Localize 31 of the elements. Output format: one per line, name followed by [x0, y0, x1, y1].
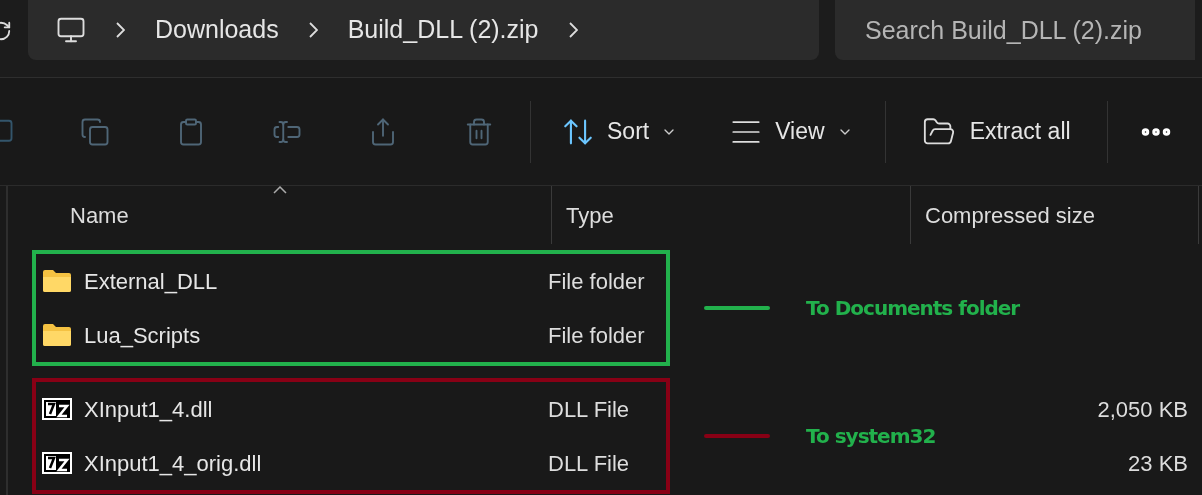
- annotation-label: To Documents folder: [806, 295, 1020, 322]
- file-name[interactable]: Lua_Scripts: [84, 318, 201, 352]
- sort-button[interactable]: Sort: [561, 114, 678, 149]
- file-name[interactable]: XInput1_4.dll: [84, 392, 213, 426]
- archive-file-icon: [42, 398, 72, 420]
- extract-all-button[interactable]: Extract all: [921, 114, 1071, 149]
- breadcrumb-item[interactable]: Build_DLL (2).zip: [347, 11, 539, 49]
- file-type: DLL File: [548, 395, 630, 424]
- view-button[interactable]: View: [729, 114, 853, 149]
- chevron-icon: [116, 22, 125, 38]
- file-size: 2,050 KB: [1097, 395, 1188, 424]
- file-type: File folder: [548, 321, 645, 350]
- file-type: DLL File: [548, 449, 630, 478]
- file-name[interactable]: External_DLL: [84, 264, 218, 298]
- file-type: File folder: [548, 267, 645, 296]
- folder-icon: [42, 269, 72, 293]
- file-name[interactable]: XInput1_4_orig.dll: [84, 446, 262, 480]
- file-size: 23 KB: [1128, 449, 1188, 478]
- computer-icon: [56, 15, 86, 45]
- column-header[interactable]: Name: [8, 186, 551, 244]
- annotation-label: To system32: [806, 423, 936, 450]
- breadcrumb-item[interactable]: Downloads: [155, 11, 279, 49]
- archive-file-icon: [42, 452, 72, 474]
- address-bar[interactable]: Downloads Build_DLL (2).zip: [28, 0, 819, 60]
- chevron-icon: [568, 22, 578, 38]
- search-field[interactable]: Search Build_DLL (2).zip: [835, 0, 1195, 60]
- folder-icon: [42, 323, 72, 347]
- column-header[interactable]: Compressed size: [910, 186, 1199, 244]
- chevron-icon: [308, 22, 318, 38]
- column-header[interactable]: Type: [551, 186, 910, 244]
- sort-ascending-icon: [272, 186, 287, 194]
